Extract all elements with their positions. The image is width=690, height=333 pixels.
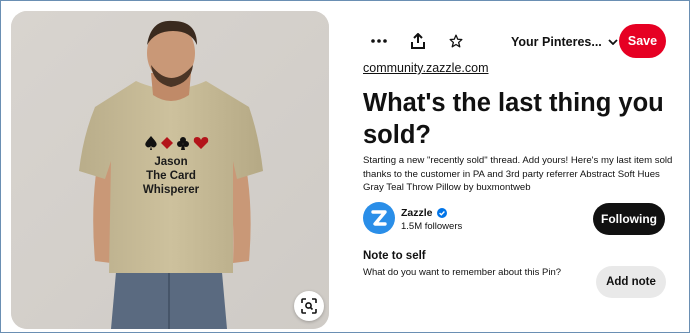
- shirt-print-line3: Whisperer: [143, 184, 200, 196]
- tshirt-photo: Jason The Card Whisperer: [11, 11, 329, 329]
- pin-closeup-frame: Jason The Card Whisperer Your Pinteres..…: [0, 0, 690, 333]
- pin-description: Starting a new "recently sold" thread. A…: [363, 155, 673, 193]
- following-button[interactable]: Following: [593, 203, 665, 235]
- save-button[interactable]: Save: [619, 24, 666, 58]
- note-heading: Note to self: [363, 250, 426, 262]
- creator-followers: 1.5M followers: [401, 221, 463, 232]
- shirt-print-line2: The Card: [146, 170, 196, 182]
- share-button[interactable]: [404, 27, 432, 55]
- add-note-button[interactable]: Add note: [596, 266, 666, 298]
- share-upload-icon: [411, 33, 425, 49]
- board-select[interactable]: Your Pinteres...: [511, 32, 618, 52]
- more-dots-icon: [371, 39, 387, 43]
- creator-name[interactable]: Zazzle: [401, 207, 447, 219]
- pin-toolbar: Your Pinteres... Save: [361, 23, 666, 59]
- board-select-label: Your Pinteres...: [511, 35, 602, 49]
- zazzle-logo-icon: [371, 210, 387, 226]
- note-prompt: What do you want to remember about this …: [363, 267, 562, 278]
- verified-check-icon: [436, 208, 447, 218]
- source-link[interactable]: community.zazzle.com: [363, 61, 489, 75]
- creator-name-label: Zazzle: [401, 207, 433, 219]
- more-options-button[interactable]: [365, 27, 393, 55]
- pin-image[interactable]: Jason The Card Whisperer: [11, 11, 329, 329]
- chevron-down-icon: [608, 39, 618, 45]
- creator-avatar[interactable]: [363, 202, 395, 234]
- visual-search-button[interactable]: [294, 291, 324, 321]
- shirt-print-line1: Jason: [154, 156, 187, 168]
- bookmark-button[interactable]: [442, 27, 470, 55]
- bookmark-icon: [449, 34, 463, 48]
- visual-search-icon: [301, 298, 317, 314]
- pin-title: What's the last thing you sold?: [363, 89, 664, 149]
